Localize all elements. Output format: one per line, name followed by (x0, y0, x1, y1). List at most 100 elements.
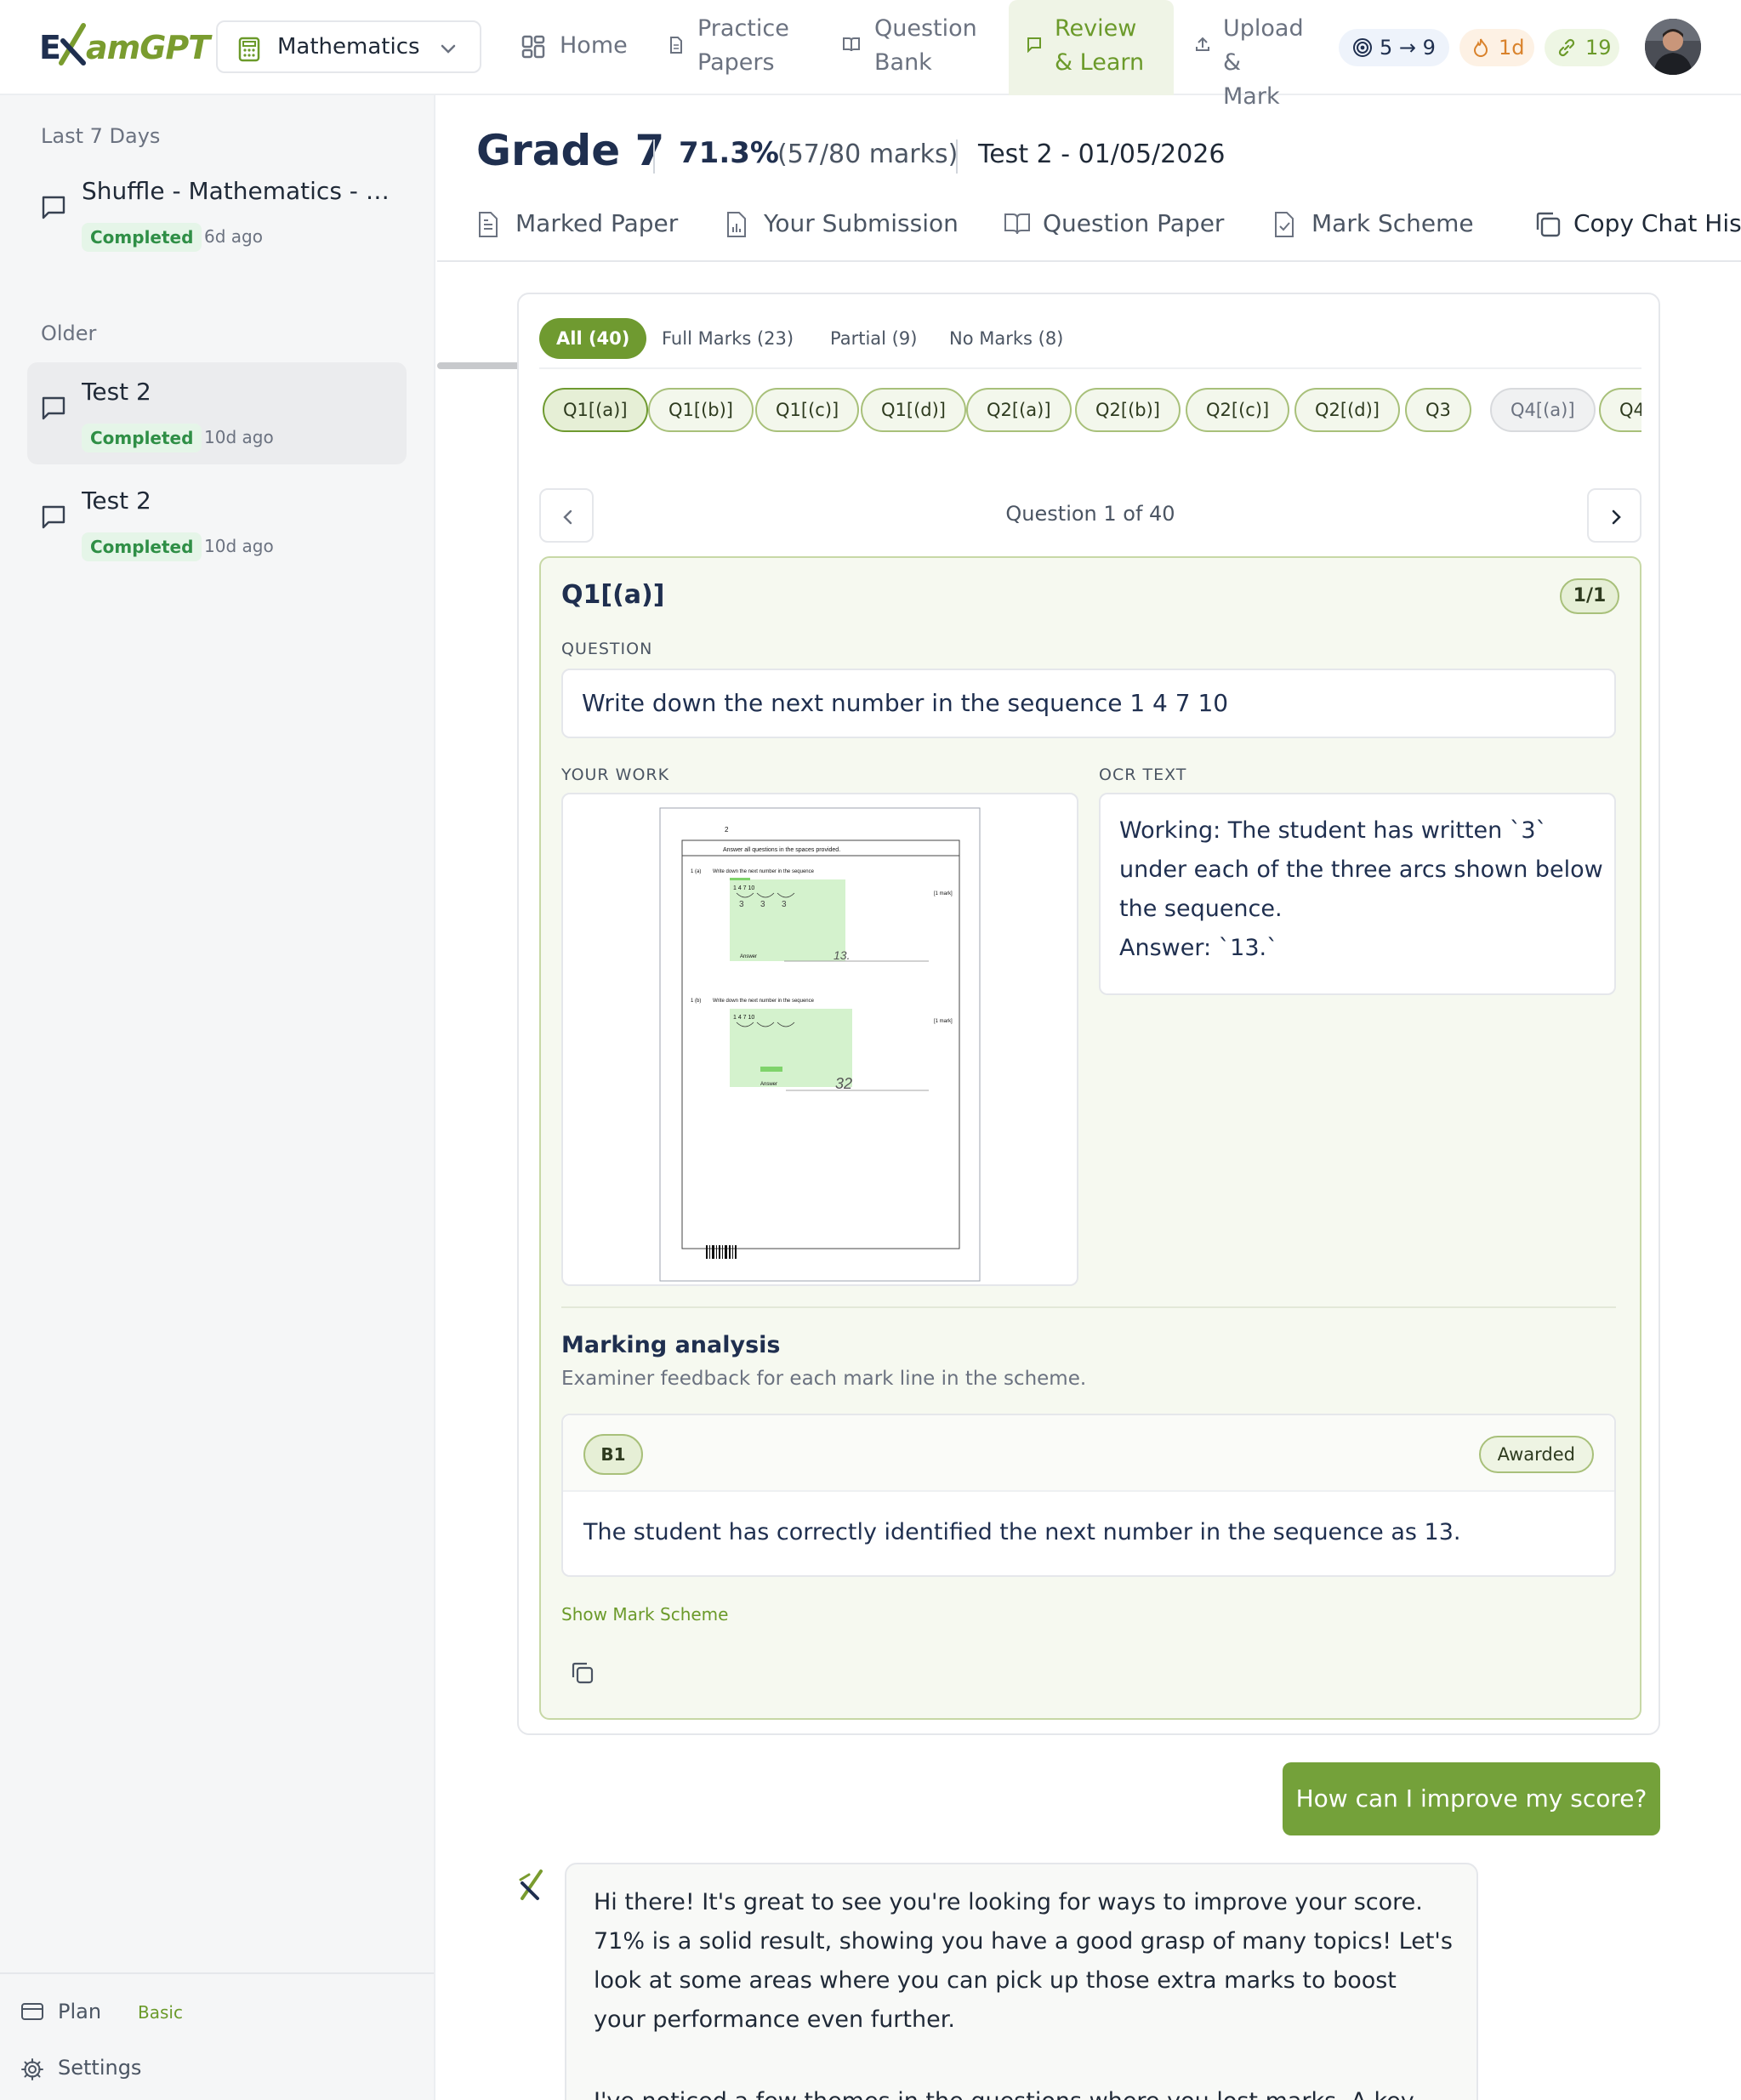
ocr-text-label: OCR TEXT (1099, 765, 1187, 784)
question-chip[interactable]: Q2[(b)] (1075, 388, 1181, 432)
submission-image[interactable]: 2 Answer all questions in the spaces pro… (561, 793, 1078, 1286)
question-text-box: Write down the next number in the sequen… (561, 669, 1616, 738)
filter-partial[interactable]: Partial (9) (813, 318, 934, 359)
question-chip[interactable]: Q3 (1405, 388, 1471, 432)
marking-analysis-subtitle: Examiner feedback for each mark line in … (561, 1368, 1087, 1390)
question-score-badge: 1/1 (1560, 578, 1619, 614)
scan-mark-b: [1 mark] (934, 1019, 953, 1024)
svg-text:1 (a): 1 (a) (691, 869, 701, 874)
status-badge: Completed (82, 532, 202, 561)
question-label: QUESTION (561, 640, 653, 658)
question-navigator: Question 1 of 40 (539, 488, 1641, 544)
scanned-page-icon: 2 Answer all questions in the spaces pro… (659, 807, 981, 1282)
link-icon (1558, 38, 1575, 57)
svg-text:3: 3 (782, 900, 787, 909)
question-chip[interactable]: Q2[(c)] (1186, 388, 1290, 432)
question-chips: Q1[(a)] Q1[(b)] Q1[(c)] Q1[(d)] Q2[(a)] … (539, 388, 1641, 437)
sidebar-footer: Plan Basic Settings (0, 1972, 434, 2100)
referrals-value: 19 (1585, 36, 1612, 60)
assistant-message: Hi there! It's great to see you're looki… (565, 1863, 1478, 2100)
copy-icon[interactable] (570, 1660, 595, 1686)
history-item-title: Test 2 (82, 487, 151, 515)
section-older: Older (41, 322, 97, 345)
user-avatar[interactable] (1645, 19, 1701, 75)
history-item[interactable]: Shuffle - Mathematics - O... Completed 6… (27, 162, 407, 264)
svg-text:3: 3 (739, 900, 744, 909)
section-last-7-days: Last 7 Days (41, 124, 161, 148)
scan-answer-a: Answer (740, 954, 757, 959)
your-work-label: YOUR WORK (561, 765, 670, 784)
settings-label: Settings (58, 2056, 142, 2080)
target-grade-value: 5 → 9 (1380, 36, 1436, 60)
mark-code-badge: B1 (583, 1434, 643, 1475)
nav-review-learn[interactable]: Review & Learn (1009, 0, 1174, 95)
document-icon (479, 212, 498, 237)
section-divider (561, 1306, 1616, 1308)
question-id: Q1[(a)] (561, 580, 665, 610)
mark-line-header: B1 Awarded (563, 1415, 1614, 1492)
svg-text:1 (b): 1 (b) (691, 999, 701, 1004)
upload-icon (1196, 37, 1209, 51)
assistant-paragraph: Hi there! It's great to see you're looki… (594, 1889, 1453, 2033)
show-mark-scheme-link[interactable]: Show Mark Scheme (561, 1604, 728, 1625)
filter-full-marks[interactable]: Full Marks (23) (645, 318, 811, 359)
assistant-paragraph: I've noticed a few themes in the questio… (594, 2082, 1453, 2100)
nav-practice-label: Practice Papers (697, 15, 789, 76)
calculator-icon (238, 37, 260, 62)
question-chip[interactable]: Q2[(a)] (966, 388, 1072, 432)
question-detail-panel: Q1[(a)] 1/1 QUESTION Write down the next… (539, 556, 1641, 1720)
history-item[interactable]: Test 2 Completed 10d ago (27, 471, 407, 573)
scan-page-number: 2 (725, 826, 729, 834)
question-chip[interactable]: Q1[(a)] (543, 388, 648, 432)
dashboard-icon (521, 35, 545, 59)
question-chip[interactable]: Q1[(c)] (755, 388, 860, 432)
question-counter: Question 1 of 40 (1005, 502, 1175, 526)
question-chip[interactable]: Q4[ (1599, 388, 1641, 432)
examgpt-logo[interactable]: EamGPT (39, 22, 210, 73)
history-item-time: 10d ago (204, 427, 274, 447)
document-check-icon (1275, 212, 1294, 237)
question-chip[interactable]: Q2[(d)] (1294, 388, 1400, 432)
ocr-text: Working: The student has written `3` und… (1119, 817, 1603, 961)
referrals-pill[interactable]: 19 (1545, 29, 1619, 66)
history-item-time: 6d ago (204, 226, 263, 247)
scan-instruction: Answer all questions in the spaces provi… (723, 847, 840, 853)
history-sidebar: Last 7 Days Shuffle - Mathematics - O...… (0, 95, 435, 2100)
filter-all[interactable]: All (40) (539, 318, 647, 359)
scan-q1a-text: Write down the next number in the sequen… (713, 869, 815, 874)
target-icon (1353, 38, 1372, 57)
question-chip[interactable]: Q4[(a)] (1490, 388, 1596, 432)
streak-value: 1d (1499, 36, 1525, 60)
status-badge: Completed (82, 223, 202, 252)
scan-handwritten-b: 32 (835, 1075, 852, 1092)
awarded-badge: Awarded (1478, 1436, 1594, 1473)
target-grade-pill[interactable]: 5 → 9 (1339, 29, 1449, 66)
subject-select-value: Mathematics (277, 34, 420, 60)
score-percent: 71.3% (679, 136, 779, 170)
score-marks: (57/80 marks) (777, 139, 959, 169)
history-item-title: Test 2 (82, 378, 151, 406)
chat-icon (42, 196, 65, 219)
scan-answer-b: Answer (760, 1082, 777, 1087)
divider (956, 139, 958, 174)
chat-icon (42, 396, 65, 420)
history-item[interactable]: Test 2 Completed 10d ago (27, 362, 407, 464)
filter-no-marks[interactable]: No Marks (8) (932, 318, 1080, 359)
document-chart-icon (727, 212, 746, 237)
question-chip[interactable]: Q1[(d)] (861, 388, 966, 432)
streak-pill[interactable]: 1d (1459, 29, 1534, 66)
top-navigation: EamGPT Mathematics Home Practice Papers … (0, 0, 1741, 110)
marking-analysis-title: Marking analysis (561, 1332, 781, 1358)
question-text: Write down the next number in the sequen… (582, 689, 1229, 717)
chevron-right-icon (1612, 509, 1621, 525)
history-item-title: Shuffle - Mathematics - O... (82, 177, 396, 205)
subject-select[interactable]: Mathematics (216, 20, 481, 73)
history-item-time: 10d ago (204, 536, 274, 556)
next-question-button[interactable] (1587, 488, 1641, 543)
svg-text:3: 3 (760, 900, 765, 909)
status-badge: Completed (82, 424, 202, 452)
copy-icon (1536, 212, 1561, 237)
svg-text:1 4 7 10: 1 4 7 10 (733, 1015, 754, 1021)
user-message: How can I improve my score? (1283, 1762, 1660, 1835)
question-chip[interactable]: Q1[(b)] (648, 388, 754, 432)
